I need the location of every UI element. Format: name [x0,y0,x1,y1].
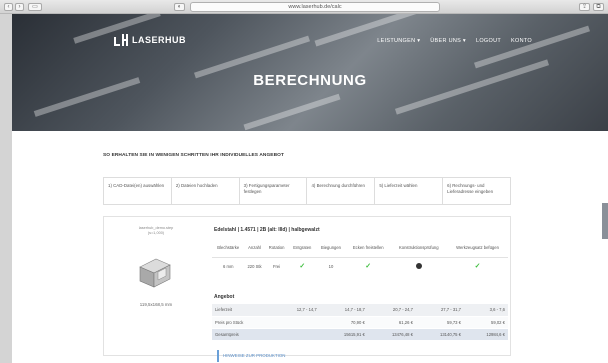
cell[interactable]: 61,26 € [367,316,416,329]
page-title: BERECHNUNG [253,72,367,89]
col-header: Konstruktionsprüfung [390,239,448,258]
offer-heading: Angebot [214,294,235,300]
col-header: Anzahl [244,239,265,258]
address-bar[interactable]: www.laserhub.de/calc [190,2,440,12]
row-label: Preis pro Stück [212,316,274,329]
cell[interactable] [273,316,320,329]
page-content: LASERHUB LEISTUNGEN ▾ ÜBER UNS ▾ LOGOUT … [12,14,608,363]
nav-item-logout[interactable]: LOGOUT [476,38,501,44]
step-2: 2) Dateien hochladen [172,178,240,204]
step-4: 4) Berechnung durchführen [307,178,376,204]
logo-mark-icon [114,34,128,46]
check-icon[interactable]: ✓ [299,263,305,270]
nav-item-ueber-uns[interactable]: ÜBER UNS ▾ [430,38,466,44]
cell[interactable]: 12,7 - 14,7 [273,304,320,317]
offer-table: Lieferzeit 12,7 - 14,7 14,7 - 18,7 20,7 … [212,304,508,341]
cell[interactable]: 20,7 - 24,7 [367,304,416,317]
spec-header-row: Blechstärke Anzahl Rotation Entgraten Bi… [212,239,508,258]
check-icon[interactable]: ✓ [475,263,481,270]
col-header: Ecken freistellen [345,239,391,258]
part-card: laserhub_demo.step (s=1,000) 119,5x168,5… [103,216,511,356]
back-button[interactable]: ‹ [4,3,13,11]
cell[interactable] [273,328,320,341]
cell[interactable]: 70,90 € [319,316,368,329]
cell[interactable]: 59,02 € [463,316,508,329]
step-6: 6) Rechnungs- und Lieferadresse eingeben [447,183,494,194]
share-icon[interactable]: ⇪ [579,3,590,11]
col-header: Blechstärke [212,239,245,258]
part-preview: laserhub_demo.step (s=1,000) 119,5x168,5… [104,217,208,357]
material-title: Edelstahl | 1.4571 | 2B (alt: IIId) | ha… [214,227,320,233]
check-icon[interactable]: ✓ [365,263,371,270]
cell[interactable]: 15615,91 € [319,328,368,341]
browser-toolbar: ‹ › ▭ ◐ www.laserhub.de/calc ⇪ ⧉ [0,0,608,14]
cell[interactable]: 14,7 - 18,7 [319,304,368,317]
table-row[interactable]: Lieferzeit 12,7 - 14,7 14,7 - 18,7 20,7 … [212,304,508,317]
intro-heading: SO ERHALTEN SIE IN WENIGEN SCHRITTEN IHR… [103,153,285,158]
thickness-value[interactable]: 6 mm [212,257,244,275]
cell[interactable]: 12984,6 € [463,328,508,341]
col-header: Entgraten [288,239,317,258]
step-1: 1) CAD-Datei(en) auswählen [104,178,172,204]
col-header: Werkzeugsatz befügen [447,239,508,258]
sidebar-toggle-icon[interactable]: ▭ [28,3,42,11]
col-header: Biegungen [316,239,346,258]
browser-window: ‹ › ▭ ◐ www.laserhub.de/calc ⇪ ⧉ LASERHU… [0,0,608,363]
quantity-value[interactable]: 220 Stk [244,257,264,275]
forward-button[interactable]: › [15,3,24,11]
step-3: 3) Fertigungsparameter festlegen [240,178,308,204]
bends-value[interactable]: 10 [316,257,346,275]
row-label: Gesamtpreis [212,328,274,341]
rotation-value[interactable]: Frei [265,257,289,275]
col-header: Rotation [264,239,289,258]
side-feedback-tab[interactable] [602,203,608,239]
nav-item-konto[interactable]: KONTO [511,38,532,44]
info-dot-icon[interactable] [415,262,422,269]
production-notes-button[interactable]: HINWEISE ZUR PRODUKTION [217,350,307,362]
part-filename: laserhub_demo.step (s=1,000) [138,226,174,235]
steps-bar: 1) CAD-Datei(en) auswählen 2) Dateien ho… [103,177,511,205]
hero-banner: LASERHUB LEISTUNGEN ▾ ÜBER UNS ▾ LOGOUT … [12,14,608,131]
part-3d-icon[interactable] [136,255,174,289]
main-nav: LEISTUNGEN ▾ ÜBER UNS ▾ LOGOUT KONTO [377,38,532,44]
table-row[interactable]: Gesamtpreis 15615,91 € 13476,48 € 13140,… [212,328,508,341]
step-5: 5) Lieferzeit wählen [375,178,444,204]
brand-name: LASERHUB [132,35,187,45]
table-row[interactable]: Preis pro Stück 70,90 € 61,26 € 59,73 € … [212,316,508,329]
cell[interactable]: 27,7 - 31,7 [415,304,464,317]
spec-row: 6 mm 220 Stk Frei ✓ 10 ✓ ✓ [212,257,508,275]
cell[interactable]: 59,73 € [415,316,464,329]
part-dimensions: 119,5x168,5 mm [139,302,173,307]
cell[interactable]: 3,6 - 7,6 [463,304,508,317]
laserhub-logo[interactable]: LASERHUB [114,33,186,47]
shield-icon[interactable]: ◐ [174,3,185,11]
spec-table: Blechstärke Anzahl Rotation Entgraten Bi… [212,239,508,275]
row-label: Lieferzeit [212,304,274,317]
cell[interactable]: 13476,48 € [367,328,416,341]
nav-item-leistungen[interactable]: LEISTUNGEN ▾ [377,38,420,44]
tabs-icon[interactable]: ⧉ [593,3,604,11]
cell[interactable]: 13140,75 € [415,328,464,341]
